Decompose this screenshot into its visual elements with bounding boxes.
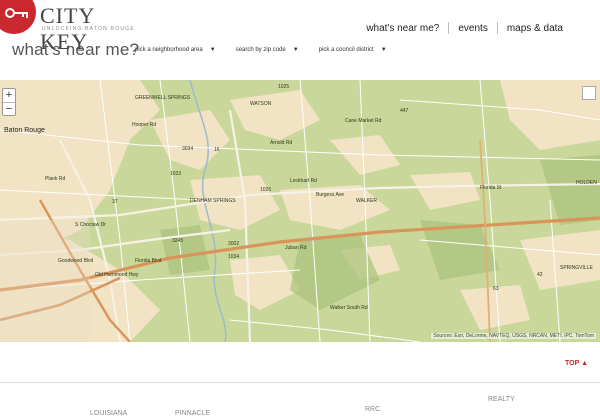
road-label: S Choctaw Dr <box>75 222 106 228</box>
road-label: Old Hammond Hwy <box>95 272 139 278</box>
route-shield: 16 <box>214 147 220 153</box>
place-label: GREENWELL SPRINGS <box>135 95 191 101</box>
caret-down-icon: ▼ <box>209 47 216 53</box>
place-label: Baton Rouge <box>4 127 45 134</box>
partner-logo-louisiana[interactable]: LOUISIANA <box>90 410 127 417</box>
council-district-dropdown[interactable]: pick a council district ▼ <box>319 47 387 53</box>
map-attribution: Sources: Esri, DeLorme, NAVTEQ, USGS, NR… <box>431 333 596 339</box>
route-shield: 3034 <box>182 146 194 152</box>
zoom-in-button[interactable]: + <box>3 89 15 102</box>
neighborhood-dropdown-label: pick a neighborhood area <box>135 47 203 53</box>
road-label: Juban Rd <box>285 245 307 251</box>
partner-logo-realty[interactable]: REALTY <box>488 396 515 403</box>
key-icon <box>5 8 28 18</box>
place-label: DENHAM SPRINGS <box>190 198 236 204</box>
road-label: Goodwood Blvd <box>58 258 94 264</box>
council-district-dropdown-label: pick a council district <box>318 47 374 53</box>
partner-logo-pinnacle[interactable]: PINNACLE <box>175 410 210 417</box>
place-label: WATSON <box>250 101 272 107</box>
caret-down-icon: ▼ <box>380 47 387 53</box>
route-shield: 63 <box>493 286 499 292</box>
urban-area <box>0 220 90 342</box>
route-shield: 37 <box>112 199 118 205</box>
place-label: WALKER <box>356 198 377 204</box>
route-shield: 447 <box>400 108 409 114</box>
nav-whats-near-me[interactable]: what's near me? <box>357 23 448 34</box>
place-label: SPRINGVILLE <box>560 265 593 271</box>
map-view[interactable]: + − GREENWELL SPRINGS DENHAM SPRINGS WAT… <box>0 80 600 342</box>
city-key-logo[interactable]: CITY KEY UNLOCKING BATON ROUGE <box>0 0 135 54</box>
route-shield: 1025 <box>278 84 290 90</box>
route-shield: 42 <box>537 272 543 278</box>
filter-bar: pick a neighborhood area ▼ search by zip… <box>135 47 407 53</box>
road-label: Hooper Rd <box>132 122 157 128</box>
road-label: Florida Blvd <box>135 258 162 264</box>
logo-subtitle: UNLOCKING BATON ROUGE <box>42 26 135 32</box>
top-navigation: what's near me? events maps & data <box>357 22 572 34</box>
zip-code-dropdown[interactable]: search by zip code ▼ <box>236 47 299 53</box>
page-title: what's near me? <box>12 40 140 59</box>
nav-maps-data[interactable]: maps & data <box>498 23 572 34</box>
map-basemap <box>0 80 600 342</box>
road-label: Plank Rd <box>45 176 66 182</box>
zoom-out-button[interactable]: − <box>3 102 15 115</box>
zoom-control: + − <box>2 88 16 116</box>
partner-logos: LOUISIANA PINNACLE RRC REALTY <box>60 392 530 420</box>
nav-events[interactable]: events <box>449 23 496 34</box>
road-label: Walker South Rd <box>330 305 368 311</box>
zip-code-dropdown-label: search by zip code <box>235 47 286 53</box>
back-to-top-link[interactable]: TOP ▲ <box>565 360 588 367</box>
road-label: Arnold Rd <box>270 140 293 146</box>
city-key-page: CITY KEY UNLOCKING BATON ROUGE what's ne… <box>0 0 600 420</box>
caret-down-icon: ▼ <box>292 47 299 53</box>
route-shield: 3002 <box>228 241 240 247</box>
route-shield: 1026 <box>260 187 272 193</box>
road-label: Burgess Ave <box>316 192 344 198</box>
road-label: Cane Market Rd <box>345 118 382 124</box>
route-shield: 3245 <box>172 238 184 244</box>
road-label: Florida St <box>480 185 502 191</box>
road-label: Lockhart Rd <box>290 178 317 184</box>
route-shield: 1033 <box>170 171 182 177</box>
place-label: HOLDEN <box>576 180 597 186</box>
partner-logo-rrc[interactable]: RRC <box>365 406 380 413</box>
footer-divider <box>0 382 600 383</box>
route-shield: 1034 <box>228 254 240 260</box>
basemap-toggle-button[interactable] <box>582 86 596 100</box>
neighborhood-dropdown[interactable]: pick a neighborhood area ▼ <box>135 47 216 53</box>
